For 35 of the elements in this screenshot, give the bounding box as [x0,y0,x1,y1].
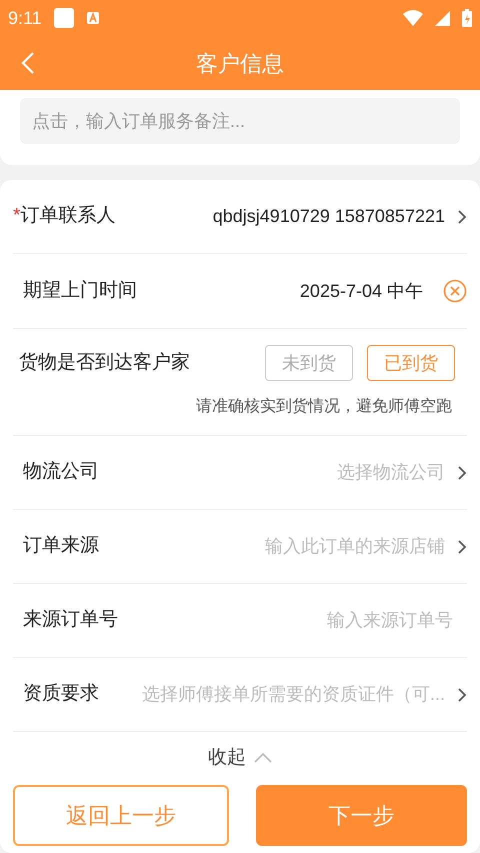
chevron-right-icon [457,538,467,554]
signal-icon [435,10,450,26]
field-label: 物流公司 [23,460,99,484]
field-value[interactable]: 2025-7-04 中午 [145,278,423,304]
chevron-up-icon [254,753,272,763]
chevron-right-icon [457,686,467,702]
time-text: 9:11 [8,6,42,30]
field-label: 期望上门时间 [23,278,137,303]
battery-icon [462,9,472,27]
field-label: 资质要求 [23,682,99,706]
required-mark: * [13,204,20,228]
back-button[interactable]: 返回上一步 [13,785,228,846]
option-button[interactable]: 未到货 [265,345,353,381]
page-title: 客户信息 [196,50,284,78]
next-button[interactable]: 下一步 [256,785,467,846]
remark-field[interactable]: 点击，输入订单服务备注... [20,98,460,144]
chevron-right-icon [457,464,467,480]
app-icon [86,11,100,25]
chevron-right-icon [457,208,467,224]
field-label: 来源订单号 [23,608,118,632]
select-field[interactable]: 选择师傅接单所需要的资质证件（可... [107,681,467,708]
field-label: 货物是否到达客户家 [18,350,191,375]
collapse-button[interactable]: 收起 [13,732,467,784]
option-button[interactable]: 已到货 [367,345,455,381]
select-field[interactable]: 选择物流公司 [107,459,467,486]
wifi-icon [403,10,423,26]
select-field[interactable]: qbdjsj4910729 15870857221 [123,203,467,230]
field-label: 订单联系人 [20,204,116,228]
hint-text: 请准确核实到货情况，避免师傅空跑 [196,396,453,417]
clear-icon[interactable] [443,279,467,303]
notification-icon [54,8,74,28]
select-field[interactable]: 输入此订单的来源店铺 [107,533,467,560]
field-label: 订单来源 [23,534,99,558]
back-icon[interactable] [20,50,36,76]
input-field[interactable]: 输入来源订单号 [126,607,467,634]
